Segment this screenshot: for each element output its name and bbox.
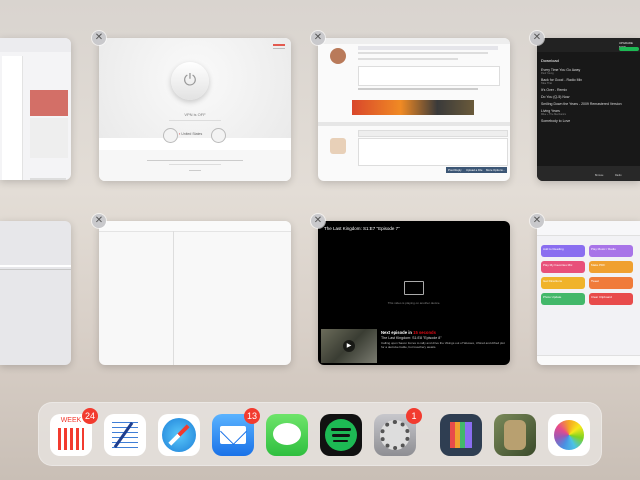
list-item[interactable]: Every Time You Go Away Paul Young bbox=[541, 68, 636, 75]
shortcut-tile[interactable]: Get Directions bbox=[541, 277, 585, 289]
close-notes-card-button[interactable]: ✕ bbox=[92, 214, 106, 228]
app-card-shortcuts[interactable]: Add to Reading Play Music / Radio Play M… bbox=[537, 221, 640, 365]
next-episode-description: Calling upon Saxon forces to rally and d… bbox=[381, 341, 505, 349]
video-title: The Last Kingdom: S1:E7 "Episode 7" bbox=[324, 226, 400, 231]
spotify-header: Download bbox=[541, 58, 559, 63]
list-item[interactable]: Smiling Down the Years - 2009 Remastered… bbox=[541, 102, 636, 106]
mail-badge: 13 bbox=[244, 408, 260, 424]
spotify-app-icon[interactable] bbox=[320, 414, 362, 456]
close-shortcuts-card-button[interactable]: ✕ bbox=[530, 214, 544, 228]
gear-icon bbox=[380, 420, 410, 450]
calendar-app-icon[interactable]: WEEK 24 bbox=[50, 408, 98, 456]
shortcut-tile[interactable]: Tweet bbox=[589, 277, 633, 289]
vpn-status: VPN is OFF bbox=[184, 112, 206, 117]
list-item[interactable]: Do You (Q-5) Now bbox=[541, 95, 636, 99]
vpn-right-button[interactable] bbox=[211, 128, 226, 143]
app-card-left-partial[interactable] bbox=[0, 38, 71, 180]
list-item[interactable]: Living Years Mike + The Mechanics bbox=[541, 109, 636, 116]
more-options-button[interactable]: More Options... bbox=[484, 167, 508, 173]
shortcut-tile[interactable]: Photo Update bbox=[541, 293, 585, 305]
tab-browse[interactable]: Browse bbox=[595, 174, 603, 177]
dock: WEEK 24 13 1 bbox=[38, 402, 602, 466]
airplay-message: This video is playing on another device. bbox=[387, 301, 441, 305]
app-card-notes[interactable] bbox=[99, 221, 291, 365]
shortcut-tile[interactable]: Play My Favorites Mix bbox=[541, 261, 585, 273]
settings-badge: 1 bbox=[406, 408, 422, 424]
game-app-icon[interactable] bbox=[494, 414, 536, 456]
app-card-spotify[interactable]: UPGRADE NOW Download Every Time You Go A… bbox=[537, 38, 640, 181]
omnifocus-app-icon[interactable] bbox=[440, 414, 482, 456]
calendar-grid-icon bbox=[58, 428, 84, 450]
post-reply-button[interactable]: Post Reply bbox=[446, 167, 464, 173]
ad-banner[interactable] bbox=[352, 100, 474, 115]
avatar bbox=[330, 138, 346, 154]
tab-radio[interactable]: Radio bbox=[615, 174, 622, 177]
power-icon: ⏻ bbox=[183, 72, 197, 89]
next-episode-thumbnail[interactable]: ▶ bbox=[321, 329, 377, 363]
close-vpn-card-button[interactable]: ✕ bbox=[92, 31, 106, 45]
game-character-icon bbox=[504, 420, 526, 450]
next-episode-title: The Last Kingdom: S1:E8 "Episode 8" bbox=[381, 336, 442, 340]
close-spotify-card-button[interactable]: ✕ bbox=[530, 31, 544, 45]
vpn-left-button[interactable] bbox=[163, 128, 178, 143]
list-item[interactable]: Somebody to Love bbox=[541, 119, 636, 123]
next-episode-label: Next episode in bbox=[381, 330, 412, 335]
mail-app-icon[interactable]: 13 bbox=[212, 408, 260, 456]
vpn-location: United States bbox=[181, 132, 203, 136]
safari-app-icon[interactable] bbox=[158, 414, 200, 456]
notes-app-icon[interactable] bbox=[104, 414, 146, 456]
checklist-icon bbox=[450, 422, 472, 448]
calendar-badge: 24 bbox=[82, 408, 98, 424]
shortcut-tile[interactable]: Play Music / Radio bbox=[589, 245, 633, 257]
shortcut-tile[interactable]: Clear Clipboard bbox=[589, 293, 633, 305]
speech-bubble-icon bbox=[273, 423, 301, 445]
app-card-forum[interactable]: Post Reply Upload a File More Options... bbox=[318, 38, 510, 181]
app-card-vpn[interactable]: ⏻ VPN is OFF ▪ United States bbox=[99, 38, 291, 181]
flower-icon bbox=[554, 420, 584, 450]
next-countdown: 15 seconds bbox=[413, 330, 436, 335]
app-card-left-partial-2[interactable] bbox=[0, 221, 71, 365]
photos-app-icon[interactable] bbox=[548, 414, 590, 456]
close-video-card-button[interactable]: ✕ bbox=[311, 214, 325, 228]
list-item[interactable]: Back for Good - Radio Mix Take That bbox=[541, 78, 636, 85]
avatar bbox=[330, 48, 346, 64]
shortcut-tile[interactable]: Add to Reading bbox=[541, 245, 585, 257]
airplay-icon bbox=[404, 281, 424, 295]
close-forum-card-button[interactable]: ✕ bbox=[311, 31, 325, 45]
list-item[interactable]: It's Over - Remix bbox=[541, 88, 636, 92]
spotify-icon bbox=[325, 419, 357, 451]
play-icon: ▶ bbox=[343, 340, 355, 352]
upload-file-button[interactable]: Upload a File bbox=[464, 167, 485, 173]
shortcut-tile[interactable]: Make PDF bbox=[589, 261, 633, 273]
messages-app-icon[interactable] bbox=[266, 414, 308, 456]
settings-app-icon[interactable]: 1 bbox=[374, 408, 422, 456]
app-card-video[interactable]: The Last Kingdom: S1:E7 "Episode 7" This… bbox=[318, 221, 510, 365]
vpn-power-button[interactable]: ⏻ bbox=[171, 62, 209, 100]
